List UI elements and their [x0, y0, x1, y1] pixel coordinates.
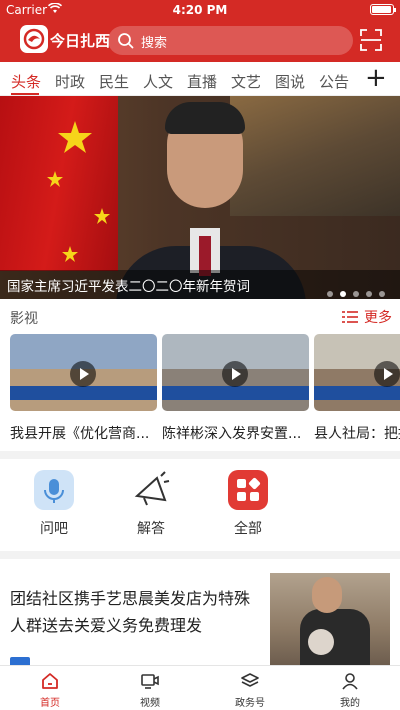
- search-icon: [117, 32, 134, 53]
- nav-gov-accounts[interactable]: 政务号: [220, 671, 280, 709]
- battery-icon: [370, 4, 396, 15]
- scan-icon[interactable]: [360, 29, 382, 51]
- more-button[interactable]: 更多: [364, 307, 392, 327]
- tab-culture[interactable]: 人文: [143, 71, 173, 92]
- clock: 4:20 PM: [172, 3, 228, 17]
- home-icon: [42, 673, 58, 689]
- person-hair: [165, 102, 245, 134]
- grid-apps-icon: [228, 470, 268, 510]
- video-thumb-banner: [10, 386, 157, 400]
- carousel-dot[interactable]: [327, 291, 333, 297]
- channel-tabs: 头条 时政 民生 人文 直播 文艺 图说 公告 +: [0, 62, 400, 96]
- background-painting: [230, 96, 400, 216]
- entry-label: 问吧: [40, 521, 68, 537]
- video-card[interactable]: [162, 334, 309, 411]
- video-icon: [141, 674, 159, 689]
- nav-label: 首页: [40, 698, 60, 709]
- entry-answer[interactable]: 解答: [126, 470, 176, 538]
- video-title[interactable]: 陈祥彬深入发界安置...: [162, 423, 309, 443]
- tab-livelihood[interactable]: 民生: [99, 71, 129, 92]
- tab-politics[interactable]: 时政: [55, 71, 85, 92]
- search-bar[interactable]: 搜索: [108, 26, 353, 55]
- entry-ask[interactable]: 问吧: [29, 470, 79, 538]
- search-placeholder: 搜索: [141, 36, 168, 51]
- section-title-video: 影视: [10, 311, 38, 327]
- layers-icon: [241, 673, 259, 687]
- carousel-dot[interactable]: [366, 291, 372, 297]
- video-title[interactable]: 我县开展《优化营商...: [10, 423, 157, 443]
- brand-name: 今日扎西: [50, 32, 111, 50]
- nav-home[interactable]: 首页: [20, 671, 80, 709]
- section-divider: [0, 551, 400, 559]
- play-icon[interactable]: [222, 361, 248, 387]
- nav-label: 我的: [340, 698, 360, 709]
- entry-label: 全部: [234, 521, 262, 537]
- video-card[interactable]: [10, 334, 157, 411]
- play-icon[interactable]: [70, 361, 96, 387]
- megaphone-icon: [131, 470, 171, 510]
- user-icon: [342, 673, 358, 690]
- add-channel-icon[interactable]: +: [365, 64, 387, 92]
- video-card[interactable]: [314, 334, 400, 411]
- video-thumb-banner: [314, 386, 400, 400]
- news-title[interactable]: 团结社区携手艺思晨美发店为特殊人群送去关爱义务免费理发: [10, 585, 260, 639]
- nav-video[interactable]: 视频: [120, 671, 180, 709]
- nav-mine[interactable]: 我的: [320, 671, 380, 709]
- carousel-dot[interactable]: [379, 291, 385, 297]
- tab-notice[interactable]: 公告: [319, 71, 349, 92]
- play-icon[interactable]: [374, 361, 400, 387]
- carousel-dot[interactable]: [353, 291, 359, 297]
- nav-label: 政务号: [235, 698, 265, 709]
- hero-banner[interactable]: 国家主席习近平发表二〇二〇年新年贺词: [0, 96, 400, 299]
- tab-photo-story[interactable]: 图说: [275, 71, 305, 92]
- app-logo: [20, 25, 48, 53]
- app-header: Carrier 4:20 PM 今日扎西 搜索: [0, 0, 400, 62]
- tab-arts[interactable]: 文艺: [231, 71, 261, 92]
- list-icon[interactable]: [342, 309, 358, 328]
- thumb-seated-head: [308, 629, 334, 655]
- flag-image: [0, 96, 118, 271]
- entry-label: 解答: [137, 521, 165, 537]
- tab-headline[interactable]: 头条: [11, 71, 41, 92]
- bottom-navigation: 首页 视频 政务号 我的: [0, 665, 400, 710]
- video-thumb-banner: [162, 386, 309, 400]
- carousel-dot-active[interactable]: [340, 291, 346, 297]
- nav-label: 视频: [140, 698, 160, 709]
- microphone-icon: [34, 470, 74, 510]
- app-screen: Carrier 4:20 PM 今日扎西 搜索 头条 时政 民生 人文 直播 文…: [0, 0, 400, 710]
- hero-caption: 国家主席习近平发表二〇二〇年新年贺词: [7, 279, 250, 295]
- video-title[interactable]: 县人社局：把握: [314, 423, 400, 443]
- status-bar: Carrier 4:20 PM: [0, 0, 400, 20]
- thumb-figure-head: [312, 577, 342, 613]
- source-icon: [10, 657, 30, 665]
- section-divider: [0, 451, 400, 459]
- tab-live[interactable]: 直播: [187, 71, 217, 92]
- carousel-dots: [327, 282, 392, 299]
- active-tab-indicator: [11, 93, 39, 95]
- news-thumbnail[interactable]: [270, 573, 390, 665]
- entry-all[interactable]: 全部: [223, 470, 273, 538]
